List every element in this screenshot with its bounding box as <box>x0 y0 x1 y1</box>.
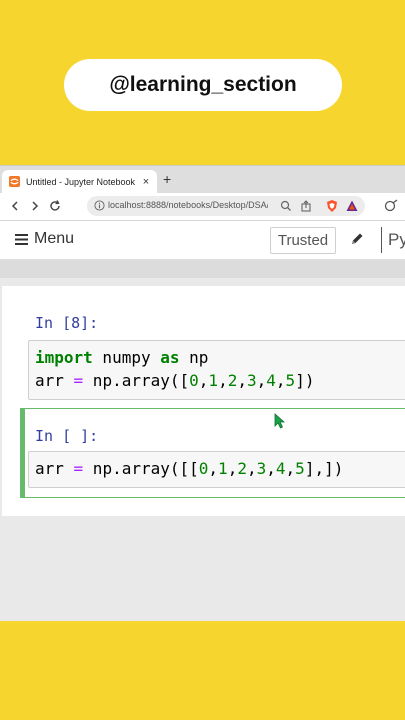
browser-tab-jupyter[interactable]: Untitled - Jupyter Notebook × <box>2 170 157 193</box>
forward-arrow-icon[interactable] <box>28 199 42 213</box>
share-icon[interactable] <box>299 199 313 213</box>
cell-prompt: In [8]: <box>35 314 99 332</box>
cell-input-area[interactable]: arr = np.array([[0,1,2,3,4,5],]) <box>28 451 405 488</box>
mouse-cursor-icon <box>274 413 286 429</box>
extension-icon[interactable] <box>384 199 398 213</box>
tab-bar: Untitled - Jupyter Notebook × + <box>0 166 405 193</box>
back-arrow-icon[interactable] <box>8 199 22 213</box>
brave-rewards-icon[interactable] <box>345 199 359 213</box>
kernel-divider <box>381 227 382 253</box>
jupyter-favicon-icon <box>9 176 20 187</box>
tab-title: Untitled - Jupyter Notebook <box>26 176 136 187</box>
trusted-indicator[interactable]: Trusted <box>270 227 336 254</box>
address-bar[interactable]: localhost:8888/notebooks/Desktop/DSA/... <box>87 196 365 216</box>
url-text[interactable]: localhost:8888/notebooks/Desktop/DSA/... <box>108 200 268 210</box>
cell-input-area[interactable]: import numpy as np arr = np.array([0,1,2… <box>28 340 405 400</box>
hamburger-icon <box>15 233 28 245</box>
code-line: import numpy as np <box>35 348 209 367</box>
code-cell-selected[interactable]: In [ ]: arr = np.array([[0,1,2,3,4,5],]) <box>20 408 405 498</box>
menu-label: Menu <box>34 230 75 247</box>
kernel-name[interactable]: Py <box>388 230 405 250</box>
lock-icon[interactable] <box>94 200 105 211</box>
cell-prompt: In [ ]: <box>35 427 99 445</box>
navigation-bar: localhost:8888/notebooks/Desktop/DSA/... <box>0 193 405 221</box>
pencil-icon[interactable] <box>349 231 365 247</box>
new-tab-button[interactable]: + <box>163 171 171 187</box>
code-line: arr = np.array([[0,1,2,3,4,5],]) <box>35 459 344 478</box>
channel-handle-text: @learning_section <box>109 73 297 96</box>
notebook-container: In [8]: import numpy as np arr = np.arra… <box>2 286 405 516</box>
zoom-icon[interactable] <box>279 199 293 213</box>
notebook-toolbar-strip <box>0 260 405 278</box>
menu-button[interactable]: Menu <box>15 230 74 248</box>
jupyter-header: Menu Trusted Py <box>0 221 405 260</box>
channel-handle-badge: @learning_section <box>64 59 342 111</box>
code-line: arr = np.array([0,1,2,3,4,5]) <box>35 371 315 390</box>
tab-close-icon[interactable]: × <box>139 176 153 188</box>
brave-shield-icon[interactable] <box>325 199 339 213</box>
reload-icon[interactable] <box>48 199 62 213</box>
trusted-label: Trusted <box>277 232 329 249</box>
browser-window: Untitled - Jupyter Notebook × + localhos… <box>0 165 405 621</box>
